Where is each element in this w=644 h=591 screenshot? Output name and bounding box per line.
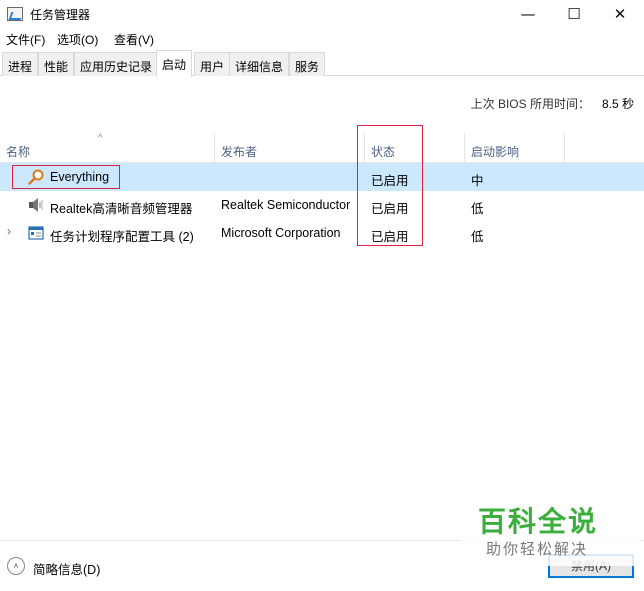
startup-table-header: ^ 名称 发布者 状态 启动影响 bbox=[0, 133, 644, 163]
column-status[interactable]: 状态 bbox=[371, 143, 395, 160]
watermark: 百科全说 助你轻松解决 bbox=[460, 500, 640, 566]
row-impact: 低 bbox=[471, 230, 484, 244]
watermark-title: 百科全说 bbox=[478, 505, 599, 538]
collapse-chevron-icon[interactable]: ˄ bbox=[7, 557, 25, 575]
minimize-button[interactable]: — bbox=[505, 0, 551, 28]
column-divider[interactable] bbox=[464, 133, 465, 162]
column-divider[interactable] bbox=[564, 133, 565, 162]
window-title: 任务管理器 bbox=[30, 8, 91, 22]
tab-bar: 进程 性能 应用历史记录 启动 用户 详细信息 服务 bbox=[0, 50, 644, 77]
table-row[interactable]: Realtek高清晰音频管理器 Realtek Semiconductor 已启… bbox=[0, 191, 644, 219]
tab-app-history[interactable]: 应用历史记录 bbox=[74, 52, 159, 76]
table-row[interactable]: Everything 已启用 中 bbox=[0, 163, 644, 191]
bios-time: 上次 BIOS 所用时间： 8.5 秒 bbox=[471, 95, 634, 112]
column-name[interactable]: 名称 bbox=[6, 143, 30, 160]
column-publisher[interactable]: 发布者 bbox=[221, 143, 257, 160]
bios-time-value: 8.5 秒 bbox=[601, 97, 634, 111]
task-manager-icon bbox=[7, 7, 23, 21]
row-impact: 中 bbox=[471, 174, 484, 188]
expand-chevron-icon[interactable]: › bbox=[7, 224, 11, 238]
row-name: 任务计划程序配置工具 (2) bbox=[50, 230, 194, 244]
column-divider[interactable] bbox=[364, 133, 365, 162]
tab-details[interactable]: 详细信息 bbox=[229, 52, 290, 76]
task-scheduler-icon bbox=[28, 226, 44, 240]
watermark-subtitle: 助你轻松解决 bbox=[486, 540, 589, 558]
row-status: 已启用 bbox=[371, 230, 409, 244]
bios-time-label: 上次 BIOS 所用时间： bbox=[470, 97, 590, 111]
row-publisher: Realtek Semiconductor bbox=[221, 198, 351, 212]
close-button[interactable]: ✕ bbox=[597, 0, 643, 28]
title-bar: 任务管理器 — ☐ ✕ bbox=[0, 0, 644, 28]
sort-ascending-icon: ^ bbox=[98, 133, 103, 144]
column-impact[interactable]: 启动影响 bbox=[471, 143, 519, 160]
magnifier-icon bbox=[28, 169, 44, 185]
tab-startup[interactable]: 启动 bbox=[156, 50, 193, 77]
tab-services[interactable]: 服务 bbox=[289, 52, 326, 76]
maximize-button[interactable]: ☐ bbox=[551, 0, 597, 28]
tab-performance[interactable]: 性能 bbox=[38, 52, 75, 76]
menu-view[interactable]: 查看(V) bbox=[114, 31, 154, 48]
menu-bar: 文件(F) 选项(O) 查看(V) bbox=[0, 28, 644, 50]
menu-file[interactable]: 文件(F) bbox=[6, 31, 45, 48]
row-name: Realtek高清晰音频管理器 bbox=[50, 202, 193, 216]
column-divider[interactable] bbox=[214, 133, 215, 162]
menu-options[interactable]: 选项(O) bbox=[57, 31, 98, 48]
speaker-icon bbox=[29, 198, 43, 212]
tab-processes[interactable]: 进程 bbox=[2, 52, 39, 76]
tab-users[interactable]: 用户 bbox=[194, 52, 231, 76]
brief-info-link[interactable]: 简略信息(D) bbox=[33, 559, 100, 578]
table-row[interactable]: › 任务计划程序配置工具 (2) Microsoft Corporation 已… bbox=[0, 219, 644, 247]
row-impact: 低 bbox=[471, 202, 484, 216]
row-name: Everything bbox=[50, 170, 110, 184]
row-status: 已启用 bbox=[371, 174, 409, 188]
row-status: 已启用 bbox=[371, 202, 409, 216]
row-publisher: Microsoft Corporation bbox=[221, 226, 341, 240]
